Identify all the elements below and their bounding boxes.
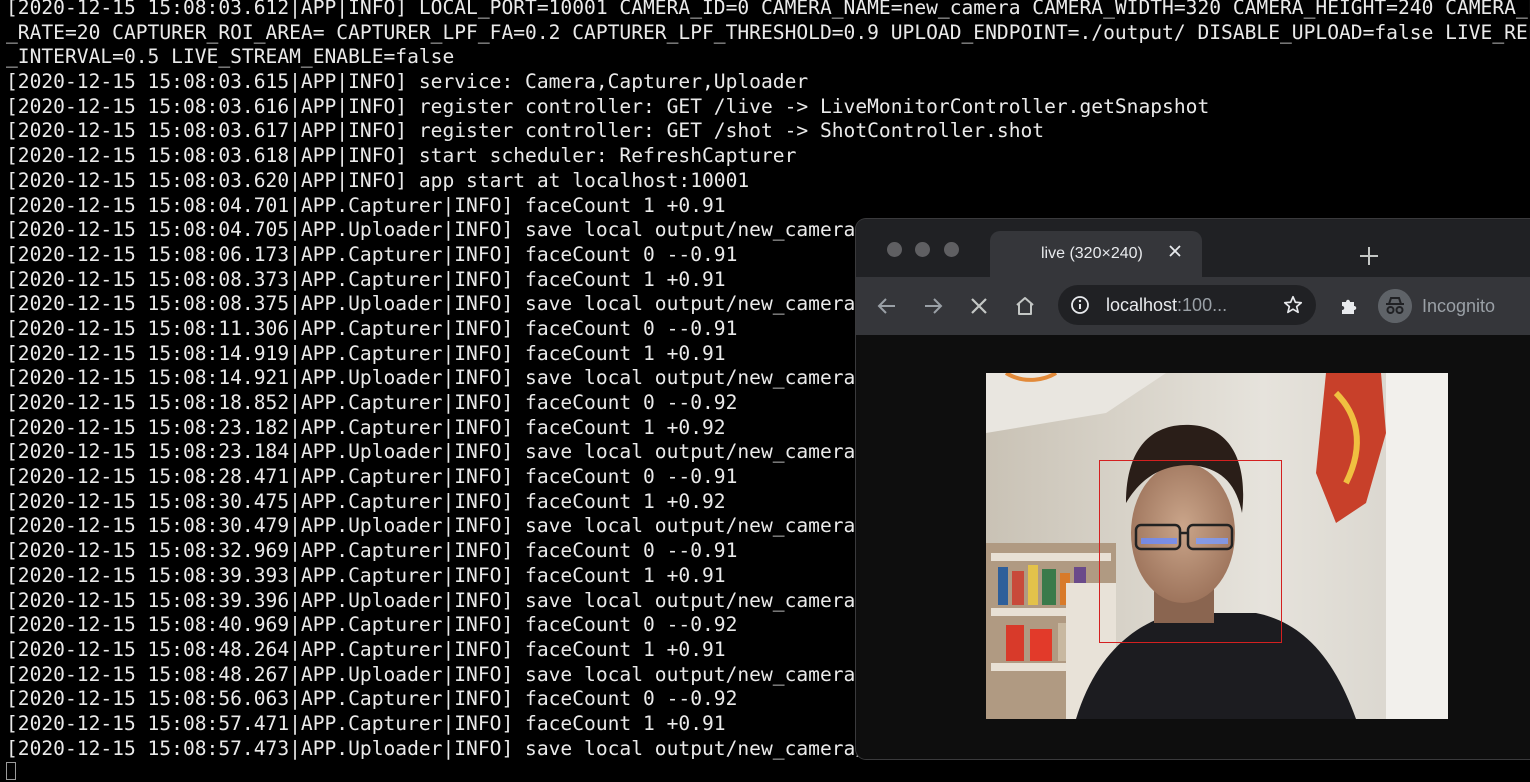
arrow-right-icon[interactable] <box>921 294 945 318</box>
page-viewport <box>856 335 1530 759</box>
url-text: localhost:100... <box>1106 295 1227 316</box>
home-icon[interactable] <box>1013 294 1037 318</box>
browser-toolbar: localhost:100... Incognito <box>856 277 1530 335</box>
stop-icon[interactable] <box>967 294 991 318</box>
incognito-indicator[interactable]: Incognito <box>1378 286 1528 326</box>
url-host: localhost <box>1106 295 1178 315</box>
face-detection-box <box>1099 460 1282 643</box>
webcam-snapshot <box>986 373 1448 719</box>
incognito-icon <box>1378 289 1412 323</box>
log-line: [2020-12-15 15:08:03.618|APP|INFO] start… <box>6 144 797 168</box>
tab-title: live (320×240) <box>1041 245 1143 262</box>
terminal-cursor <box>6 762 16 780</box>
star-icon[interactable] <box>1282 294 1304 316</box>
log-line: _RATE=20 CAPTURER_ROI_AREA= CAPTURER_LPF… <box>6 20 1530 44</box>
puzzle-icon[interactable] <box>1338 294 1362 318</box>
window-maximize-button[interactable] <box>944 242 959 257</box>
log-line: [2020-12-15 15:08:04.701|APP.Capturer|IN… <box>6 193 726 217</box>
arrow-left-icon[interactable] <box>875 294 899 318</box>
browser-window[interactable]: live (320×240) localhost:100... Incognit… <box>856 219 1530 759</box>
plus-icon[interactable] <box>1358 245 1380 267</box>
address-bar[interactable]: localhost:100... <box>1058 285 1316 325</box>
log-line: [2020-12-15 15:08:03.612|APP|INFO] LOCAL… <box>6 0 1530 19</box>
log-line: [2020-12-15 15:08:03.616|APP|INFO] regis… <box>6 94 1210 118</box>
tab-strip: live (320×240) <box>856 219 1530 277</box>
window-minimize-button[interactable] <box>915 242 930 257</box>
log-line: [2020-12-15 15:08:03.615|APP|INFO] servi… <box>6 70 809 94</box>
url-rest: :100... <box>1177 295 1228 315</box>
close-icon[interactable] <box>1167 243 1183 259</box>
log-line: [2020-12-15 15:08:03.617|APP|INFO] regis… <box>6 119 1045 143</box>
info-icon[interactable] <box>1070 295 1090 315</box>
incognito-label: Incognito <box>1422 296 1496 316</box>
log-line: _INTERVAL=0.5 LIVE_STREAM_ENABLE=false <box>6 45 455 69</box>
log-line: [2020-12-15 15:08:03.620|APP|INFO] app s… <box>6 168 750 192</box>
window-close-button[interactable] <box>887 242 902 257</box>
